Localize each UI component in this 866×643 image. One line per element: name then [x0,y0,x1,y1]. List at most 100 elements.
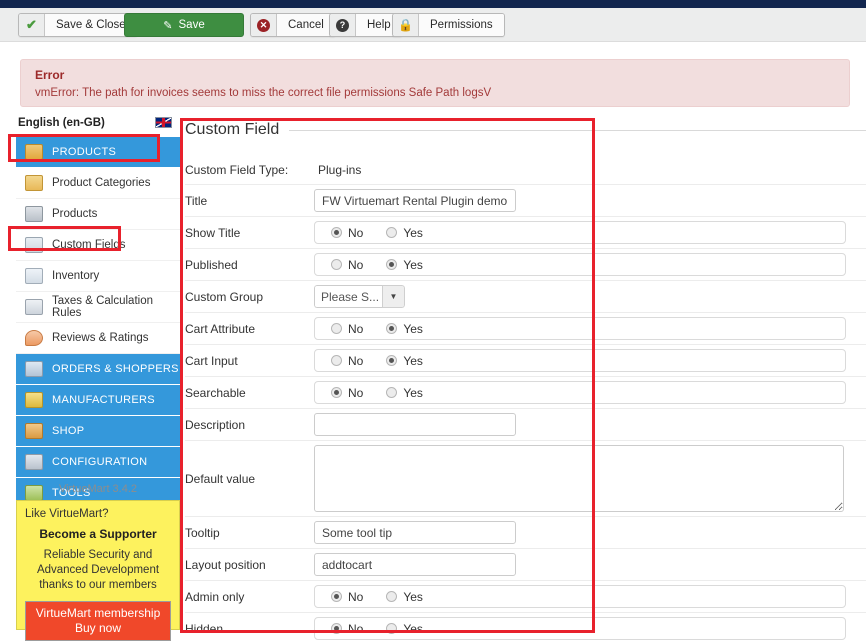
field-value-hidden: No Yes [314,617,866,640]
field-row-admin-only: Admin onlyNoYes [185,581,866,613]
cart-attribute-option-yes[interactable]: Yes [386,322,423,336]
admin-only-option-yes[interactable]: Yes [386,590,423,604]
radio-dot[interactable] [331,623,342,634]
radio-label: Yes [403,622,423,636]
legend-divider [289,130,866,131]
default-value-textarea[interactable] [314,445,844,512]
field-row-tooltip: Tooltip [185,517,866,549]
field-label-cart-input: Cart Input [185,354,314,368]
sidebar-item-custom-fields[interactable]: Custom Fields [16,230,180,261]
sidebar-item-label: Products [52,208,97,220]
hidden-option-no[interactable]: No [331,622,363,636]
field-label-title: Title [185,194,314,208]
products-icon [25,144,43,160]
sidebar-item-shop[interactable]: SHOP [16,416,180,447]
buy-membership-button[interactable]: VirtueMart membership Buy now [25,601,171,641]
radio-dot[interactable] [386,623,397,634]
field-value-layout-position [314,553,866,576]
layout-position-input[interactable] [314,553,516,576]
hidden-option-yes[interactable]: Yes [386,622,423,636]
show-title-option-no[interactable]: No [331,226,363,240]
show-title-option-yes[interactable]: Yes [386,226,423,240]
sidebar-item-reviews-ratings[interactable]: Reviews & Ratings [16,323,180,354]
published-option-no[interactable]: No [331,258,363,272]
radio-label: No [348,226,363,240]
radio-dot[interactable] [331,387,342,398]
field-row-default-value: Default value [185,441,866,517]
radio-dot[interactable] [331,227,342,238]
question-icon: ? [330,14,356,36]
radio-dot[interactable] [386,259,397,270]
cart-attribute-option-no[interactable]: No [331,322,363,336]
title-input[interactable] [314,189,516,212]
field-value-custom-field-type: Plug-ins [314,163,866,177]
field-row-cart-input: Cart Input No Yes [185,345,866,377]
custom-fields-icon [25,237,43,253]
field-label-tooltip: Tooltip [185,526,314,540]
field-row-layout-position: Layout position [185,549,866,581]
custom-group-selected-value: Please S... [314,285,382,308]
radio-dot[interactable] [386,355,397,366]
published-option-yes[interactable]: Yes [386,258,423,272]
radio-label: Yes [403,258,423,272]
radio-dot[interactable] [386,591,397,602]
radio-dot[interactable] [331,259,342,270]
sidebar-item-label: SHOP [52,425,84,437]
chevron-down-icon[interactable]: ▼ [382,285,405,308]
field-row-cart-attribute: Cart Attribute No Yes [185,313,866,345]
check-icon: ✔ [19,14,45,36]
radio-dot[interactable] [386,323,397,334]
sidebar-item-taxes-calculation-rules[interactable]: Taxes & Calculation Rules [16,292,180,323]
cart-input-option-no[interactable]: No [331,354,363,368]
sidebar-item-product-categories[interactable]: Product Categories [16,168,180,199]
save-and-close-button[interactable]: ✔ Save & Close [18,13,138,37]
sidebar-item-orders-shoppers[interactable]: ORDERS & SHOPPERS [16,354,180,385]
field-label-description: Description [185,418,314,432]
searchable-option-no[interactable]: No [331,386,363,400]
field-row-custom-group: Custom GroupPlease S...▼ [185,281,866,313]
panel-legend: Custom Field [185,118,866,142]
show-title-radio-group: No Yes [314,221,846,244]
error-message: vmError: The path for invoices seems to … [35,87,835,99]
permissions-button[interactable]: 🔒 Permissions [392,13,505,37]
inventory-icon [25,268,43,284]
cart-input-option-yes[interactable]: Yes [386,354,423,368]
reviews-icon [25,330,43,346]
searchable-option-yes[interactable]: Yes [386,386,423,400]
sidebar-item-manufacturers[interactable]: MANUFACTURERS [16,385,180,416]
radio-dot[interactable] [331,591,342,602]
sidebar-item-label: Reviews & Ratings [52,332,149,344]
radio-label: Yes [403,226,423,240]
radio-label: No [348,590,363,604]
promo-line-2: Become a Supporter [25,527,171,541]
radio-dot[interactable] [331,323,342,334]
panel-title: Custom Field [185,121,289,139]
tooltip-input[interactable] [314,521,516,544]
uk-flag-icon[interactable] [155,117,172,128]
sidebar-item-label: Product Categories [52,177,150,189]
sidebar-item-inventory[interactable]: Inventory [16,261,180,292]
admin-only-option-no[interactable]: No [331,590,363,604]
field-value-tooltip [314,521,866,544]
description-input[interactable] [314,413,516,436]
sidebar-item-label: CONFIGURATION [52,456,147,468]
orders-icon [25,361,43,377]
custom-group-select[interactable]: Please S...▼ [314,285,405,308]
field-label-layout-position: Layout position [185,558,314,572]
manufacturers-icon [25,392,43,408]
field-row-show-title: Show TitleNoYes [185,217,866,249]
cancel-button[interactable]: ✕ Cancel [250,13,336,37]
radio-dot[interactable] [386,227,397,238]
field-label-cart-attribute: Cart Attribute [185,322,314,336]
save-label: Save [179,19,205,31]
radio-dot[interactable] [331,355,342,366]
field-value-custom-group: Please S...▼ [314,285,866,308]
field-value-show-title: No Yes [314,221,866,244]
sidebar-item-products[interactable]: PRODUCTS [16,137,180,168]
field-label-hidden: Hidden [185,622,314,636]
sidebar-item-configuration[interactable]: CONFIGURATION [16,447,180,478]
sidebar-item-products[interactable]: Products [16,199,180,230]
save-button[interactable]: ✎ Save [124,13,244,37]
radio-dot[interactable] [386,387,397,398]
field-value-published: No Yes [314,253,866,276]
